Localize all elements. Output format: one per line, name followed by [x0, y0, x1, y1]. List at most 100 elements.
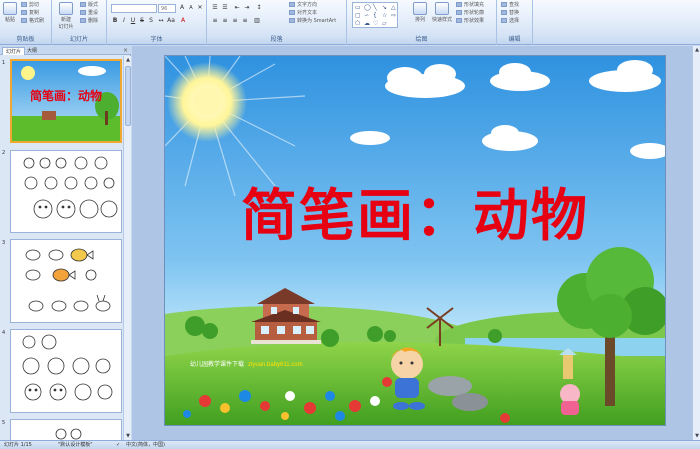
scissors-icon: [21, 2, 27, 7]
thumb-2-image: [23, 156, 118, 219]
oval-shape-icon[interactable]: ◯: [364, 5, 371, 11]
quick-styles-icon: [435, 2, 449, 15]
bullets-button[interactable]: ☰: [211, 4, 219, 12]
scroll-up-icon[interactable]: ▲: [694, 47, 700, 53]
decrease-indent-button[interactable]: ⇤: [233, 4, 241, 12]
arrow-shape-icon[interactable]: ↘: [382, 5, 387, 11]
current-slide[interactable]: 简笔画：动物 幼儿园教学课件下载 ziyuan.baby611.com: [164, 55, 666, 426]
clear-format-button[interactable]: ✕: [196, 4, 204, 12]
format-painter-button[interactable]: 格式刷: [21, 18, 44, 24]
strikethrough-button[interactable]: S: [138, 17, 146, 25]
increase-indent-button[interactable]: ⇥: [243, 4, 251, 12]
underline-button[interactable]: U: [129, 17, 137, 25]
bold-button[interactable]: B: [111, 17, 119, 25]
slides-panel-scrollbar[interactable]: ▲ ▼: [123, 56, 131, 440]
arrange-icon: [413, 2, 427, 15]
tab-slides[interactable]: 幻灯片: [2, 47, 26, 55]
quick-styles-button[interactable]: 快速样式: [432, 2, 452, 23]
line-spacing-button[interactable]: ↕: [255, 4, 263, 12]
triangle-shape-icon[interactable]: △: [391, 5, 396, 11]
curve-shape-icon[interactable]: ∽: [364, 13, 369, 19]
copy-button[interactable]: 复制: [21, 10, 39, 16]
replace-button[interactable]: 替换: [501, 10, 519, 16]
slides-group-label: 幻灯片: [52, 36, 106, 44]
right-arrow-shape-icon[interactable]: ⇨: [391, 13, 396, 19]
font-size-box[interactable]: 96: [158, 4, 176, 13]
new-slide-button[interactable]: 新建 幻灯片: [55, 2, 77, 30]
justify-button[interactable]: ≡: [241, 17, 249, 25]
change-case-button[interactable]: Aa: [167, 17, 175, 25]
replace-icon: [501, 10, 507, 15]
star-shape-icon[interactable]: ☆: [382, 13, 387, 19]
slide-info: 幻灯片 1/15: [4, 442, 32, 448]
slide-number: 2: [2, 150, 6, 156]
slide-title[interactable]: 简笔画：动物: [165, 171, 665, 252]
scroll-down-icon[interactable]: ▼: [125, 433, 131, 439]
font-group: 96 A A ✕ B I U S S ↔ Aa A 字体: [107, 0, 207, 45]
shape-fill-button[interactable]: 形状填充: [456, 2, 484, 8]
delete-button[interactable]: 删除: [80, 18, 98, 24]
line-shape-icon[interactable]: ╲: [373, 5, 377, 11]
rectangle-shape-icon[interactable]: ▭: [355, 5, 361, 11]
align-center-button[interactable]: ≡: [221, 17, 229, 25]
arrange-button[interactable]: 排列: [411, 2, 429, 23]
align-left-button[interactable]: ≡: [211, 17, 219, 25]
text-direction-button[interactable]: 文字方向: [289, 2, 317, 8]
layout-icon: [80, 2, 86, 7]
scroll-up-icon[interactable]: ▲: [125, 57, 131, 63]
heart-shape-icon[interactable]: ♡: [373, 21, 378, 27]
shape-effects-button[interactable]: 形状效果: [456, 18, 484, 24]
align-text-button[interactable]: 对齐文本: [289, 10, 317, 16]
shapes-gallery[interactable]: ▭ ◯ ╲ ↘ △ ▢ ∽ { ☆ ⇨ ⬠ ☁ ♡ ▱: [352, 2, 398, 28]
grow-font-button[interactable]: A: [178, 4, 186, 12]
shadow-button[interactable]: S: [147, 17, 155, 25]
slides-group: 新建 幻灯片 版式 重设 删除 幻灯片: [52, 0, 107, 45]
slide-number: 3: [2, 240, 6, 246]
select-button[interactable]: 选择: [501, 18, 519, 24]
slide-editor-scrollbar[interactable]: ▲ ▼: [692, 46, 700, 440]
slide-number: 4: [2, 330, 6, 336]
columns-button[interactable]: ▥: [253, 17, 261, 25]
watermark-url: ziyuan.baby611.com: [248, 362, 303, 368]
italic-button[interactable]: I: [120, 17, 128, 25]
slide-thumbnail-2[interactable]: [10, 150, 122, 233]
thumb-4-image: [22, 334, 113, 401]
paste-button[interactable]: 粘贴: [2, 2, 18, 23]
slide-thumbnail-3[interactable]: [10, 239, 122, 323]
scrollbar-thumb[interactable]: [125, 66, 131, 126]
cloud-shape-icon[interactable]: ☁: [364, 21, 370, 27]
copy-icon: [21, 10, 27, 15]
scroll-down-icon[interactable]: ▼: [694, 433, 700, 439]
clipboard-icon: [3, 2, 17, 15]
pentagon-shape-icon[interactable]: ⬠: [355, 21, 360, 27]
callout-shape-icon[interactable]: ▱: [382, 21, 387, 27]
numbering-button[interactable]: ☰: [221, 4, 229, 12]
reset-button[interactable]: 重设: [80, 10, 98, 16]
close-icon[interactable]: ×: [123, 47, 128, 54]
shape-outline-button[interactable]: 形状轮廓: [456, 10, 484, 16]
brace-shape-icon[interactable]: {: [373, 13, 377, 19]
drawing-group-label: 绘图: [347, 36, 496, 44]
align-right-button[interactable]: ≡: [231, 17, 239, 25]
shrink-font-button[interactable]: A: [187, 4, 195, 12]
clipboard-group-label: 剪贴板: [0, 36, 51, 44]
slide-thumbnail-4[interactable]: [10, 329, 122, 413]
font-name-box[interactable]: [111, 4, 157, 13]
thumb-3-image: [25, 248, 111, 312]
paragraph-group: ☰ ☰ ⇤ ⇥ ↕ ≡ ≡ ≡ ≡ ▥ 文字方向 对齐文本 转换为 SmartA…: [207, 0, 347, 45]
theme-name: "默认设计模板": [58, 442, 93, 448]
cut-button[interactable]: 剪切: [21, 2, 39, 8]
paragraph-group-label: 段落: [207, 36, 346, 44]
tab-outline[interactable]: 大纲: [24, 47, 40, 55]
slide-number: 1: [2, 60, 6, 66]
font-color-button[interactable]: A: [179, 17, 187, 25]
slide-thumbnail-5[interactable]: [10, 419, 122, 440]
find-button[interactable]: 查找: [501, 2, 519, 8]
layout-button[interactable]: 版式: [80, 2, 98, 8]
spacing-button[interactable]: ↔: [157, 17, 165, 25]
spell-check-icon[interactable]: ✓: [116, 441, 120, 449]
slide-thumbnail-1[interactable]: 简笔画：动物: [10, 59, 122, 143]
convert-smartart-button[interactable]: 转换为 SmartArt: [289, 18, 336, 24]
rounded-rect-shape-icon[interactable]: ▢: [355, 13, 361, 19]
language[interactable]: 中文(简体，中国): [126, 441, 165, 449]
